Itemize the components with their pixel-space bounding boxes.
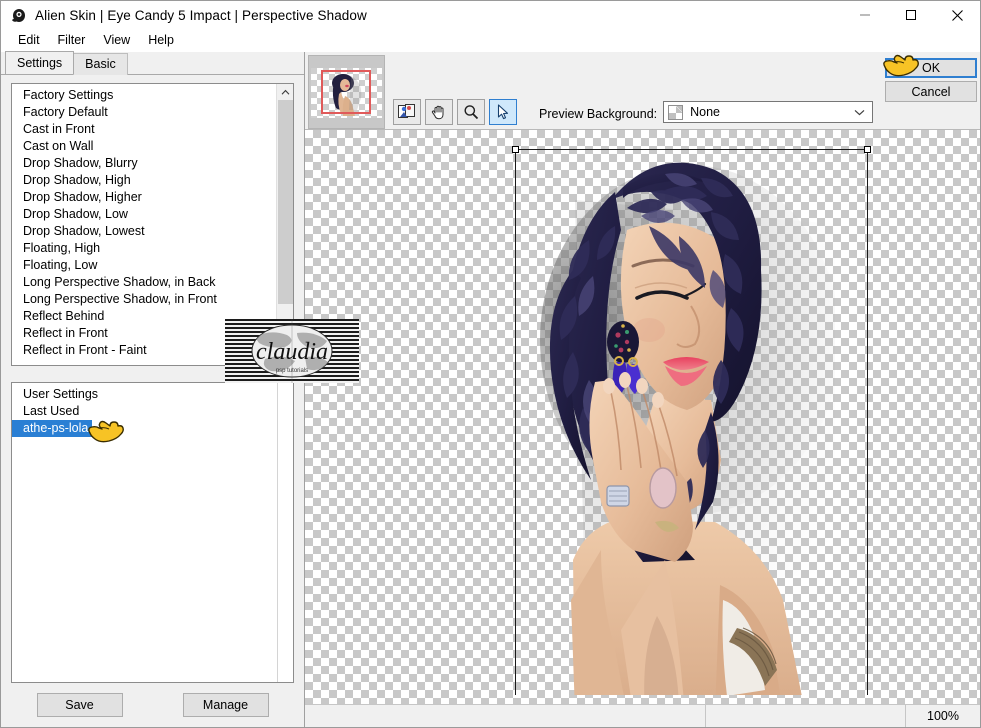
tab-settings[interactable]: Settings	[5, 51, 75, 74]
factory-settings-item[interactable]: Cast in Front	[12, 121, 277, 138]
transparency-swatch-icon	[668, 104, 684, 120]
app-eye-icon	[7, 4, 29, 26]
factory-settings-list[interactable]: Factory Settings Factory Default Cast in F…	[11, 83, 294, 366]
maximize-button[interactable]	[888, 1, 934, 29]
factory-settings-item[interactable]: Factory Default	[12, 104, 277, 121]
factory-settings-item[interactable]: Drop Shadow, Low	[12, 206, 277, 223]
application-window: Alien Skin | Eye Candy 5 Impact | Perspe…	[0, 0, 981, 728]
preview-background-dropdown[interactable]: None	[663, 101, 874, 123]
factory-list-scrollbar[interactable]	[276, 84, 293, 365]
user-settings-item-selected[interactable]: athe-ps-lola	[12, 420, 93, 437]
before-after-compare-icon[interactable]	[393, 99, 421, 125]
factory-settings-item[interactable]: Drop Shadow, Higher	[12, 189, 277, 206]
title-bar: Alien Skin | Eye Candy 5 Impact | Perspe…	[1, 1, 980, 29]
window-controls	[842, 1, 980, 29]
user-settings-row: Last Used	[12, 403, 277, 420]
hand-pan-icon[interactable]	[425, 99, 453, 125]
preview-toolbar: Preview Background: None OK Cancel	[305, 52, 980, 129]
preview-panel: Preview Background: None OK Cancel 100%	[305, 52, 980, 727]
user-settings-row: User Settings	[12, 386, 277, 403]
main-body: Settings Basic Factory Settings Factory D…	[1, 51, 980, 727]
arrow-select-icon[interactable]	[489, 99, 517, 125]
user-settings-items: User Settings Last Used athe-ps-lola	[12, 383, 277, 682]
menu-item-edit[interactable]: Edit	[9, 31, 49, 49]
scrollbar-thumb[interactable]	[278, 100, 293, 305]
ok-button[interactable]: OK	[885, 58, 977, 78]
zoom-level-indicator[interactable]: 100%	[905, 705, 980, 727]
settings-panel: Settings Basic Factory Settings Factory D…	[1, 51, 359, 727]
selection-handle-top-right[interactable]	[864, 146, 871, 153]
minimize-button[interactable]	[842, 1, 888, 29]
zoom-magnifier-icon[interactable]	[457, 99, 485, 125]
factory-settings-item[interactable]: Drop Shadow, Lowest	[12, 223, 277, 240]
factory-settings-item[interactable]: Long Perspective Shadow, in Front	[12, 291, 277, 308]
tab-basic[interactable]: Basic	[73, 53, 128, 75]
factory-settings-item[interactable]: Reflect in Front - Faint	[12, 342, 277, 359]
save-button[interactable]: Save	[36, 693, 123, 717]
tool-buttons	[393, 99, 517, 125]
chevron-down-icon[interactable]	[277, 349, 293, 365]
user-settings-item[interactable]: User Settings	[12, 386, 277, 403]
factory-settings-item[interactable]: Reflect Behind	[12, 308, 277, 325]
user-settings-item[interactable]: Last Used	[12, 403, 277, 420]
chevron-down-icon[interactable]	[854, 105, 865, 119]
navigator-thumbnail[interactable]	[308, 55, 385, 129]
tab-strip: Settings Basic	[1, 51, 304, 75]
menu-item-help[interactable]: Help	[139, 31, 183, 49]
menu-bar: Edit Filter View Help	[1, 29, 980, 52]
cancel-button[interactable]: Cancel	[885, 81, 977, 102]
chevron-up-icon[interactable]	[277, 84, 293, 100]
factory-settings-item[interactable]: Factory Settings	[12, 87, 277, 104]
preview-canvas-content	[318, 130, 967, 695]
factory-settings-item[interactable]: Long Perspective Shadow, in Back	[12, 274, 277, 291]
factory-settings-item[interactable]: Cast on Wall	[12, 138, 277, 155]
preview-background-label: Preview Background:	[539, 107, 658, 121]
factory-settings-item[interactable]: Floating, Low	[12, 257, 277, 274]
factory-settings-item[interactable]: Floating, High	[12, 240, 277, 257]
preview-canvas[interactable]	[305, 129, 980, 704]
navigator-viewport-rect[interactable]	[321, 70, 371, 114]
menu-item-filter[interactable]: Filter	[49, 31, 95, 49]
settings-actions: Save Manage	[11, 683, 294, 727]
menu-item-view[interactable]: View	[94, 31, 139, 49]
dialog-buttons: OK Cancel	[885, 58, 977, 102]
user-settings-list[interactable]: User Settings Last Used athe-ps-lola	[11, 382, 294, 683]
close-button[interactable]	[934, 1, 980, 29]
factory-settings-item[interactable]: Drop Shadow, Blurry	[12, 155, 277, 172]
scrollbar-track[interactable]	[277, 100, 293, 349]
status-bar-segment	[705, 705, 906, 727]
factory-settings-item[interactable]: Reflect in Front	[12, 325, 277, 342]
settings-tab-panel: Factory Settings Factory Default Cast in F…	[1, 74, 304, 727]
factory-settings-items: Factory Settings Factory Default Cast in F…	[12, 84, 277, 365]
user-list-scrollbar[interactable]	[277, 383, 293, 682]
preview-background-value: None	[690, 105, 721, 119]
artwork-image	[515, 130, 845, 695]
window-title: Alien Skin | Eye Candy 5 Impact | Perspe…	[35, 7, 367, 23]
factory-settings-item[interactable]: Drop Shadow, High	[12, 172, 277, 189]
manage-button[interactable]: Manage	[182, 693, 269, 717]
user-settings-row: athe-ps-lola	[12, 420, 277, 437]
status-bar: 100%	[305, 704, 980, 727]
